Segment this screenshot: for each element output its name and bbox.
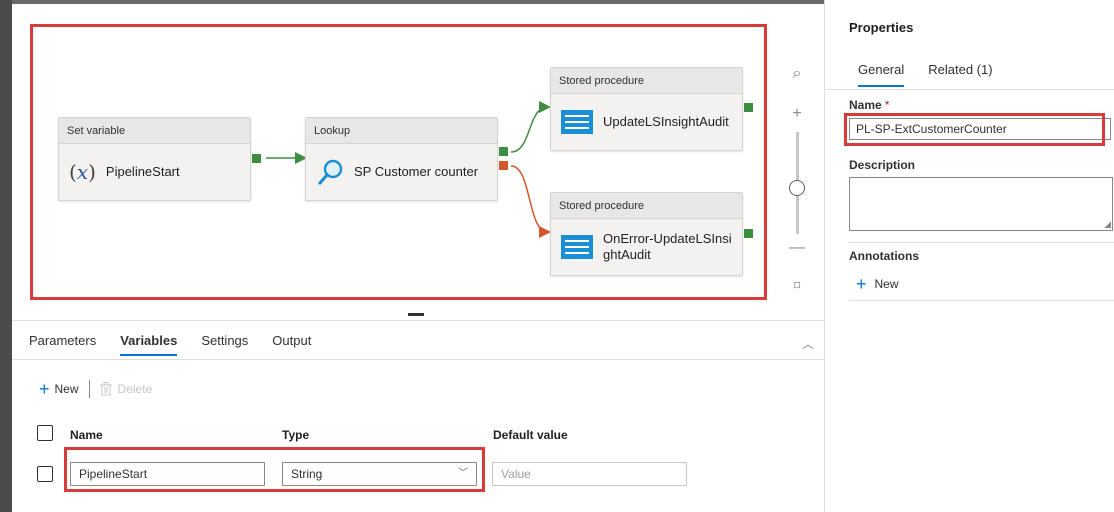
trash-icon [99,382,112,396]
variable-row-highlight-box [64,447,485,492]
plus-icon: + [39,379,50,399]
tab-general[interactable]: General [858,62,905,87]
select-all-checkbox[interactable] [37,425,53,441]
description-label: Description [849,158,916,172]
tab-settings[interactable]: Settings [201,333,248,356]
zoom-controls: ⌕ + — ⌑ [784,62,810,302]
zoom-slider-thumb[interactable] [789,180,805,196]
name-field-highlight-box [844,113,1105,146]
new-variable-button[interactable]: + New [39,379,79,399]
properties-tabs: General Related (1) [858,62,993,87]
pipeline-canvas[interactable]: Set variable (𝑥) PipelineStart Lookup SP… [12,4,824,314]
name-label: Name * [849,98,890,112]
toolbar-separator [88,380,90,398]
divider [12,359,824,360]
zoom-in-icon[interactable]: + [784,102,810,126]
row-checkbox[interactable] [37,466,53,482]
variables-grid-header: Name Type Default value [37,425,697,445]
fit-to-screen-icon[interactable]: ⌑ [784,274,810,298]
required-marker: * [884,98,890,112]
variables-toolbar: + New Delete [39,379,152,399]
search-icon[interactable]: ⌕ [784,62,810,86]
plus-icon: + [856,274,867,294]
tab-related[interactable]: Related (1) [928,62,992,87]
divider [825,89,1114,90]
pane-splitter-handle[interactable] [408,313,424,316]
panel-title: Properties [849,20,914,35]
column-header-name: Name [70,428,103,442]
canvas-highlight-box [30,24,767,300]
tab-output[interactable]: Output [272,333,311,356]
annotations-label: Annotations [849,249,919,263]
window-frame-left [0,0,12,512]
column-header-type: Type [282,428,310,442]
tab-variables[interactable]: Variables [120,333,178,356]
divider [849,242,1114,243]
column-header-default-value: Default value [493,428,568,442]
tab-parameters[interactable]: Parameters [29,333,96,356]
zoom-out-icon[interactable]: — [784,236,810,260]
variable-default-value-field[interactable]: Value [492,462,687,486]
add-annotation-button[interactable]: + New [856,274,899,294]
chevron-up-icon[interactable]: ︿ [802,335,814,352]
bottom-tabs: Parameters Variables Settings Output [29,333,311,356]
pipeline-editor: Set variable (𝑥) PipelineStart Lookup SP… [12,4,824,512]
divider [849,300,1114,301]
properties-panel: Properties General Related (1) Name * PL-… [824,0,1114,512]
delete-variable-button[interactable]: Delete [99,382,152,396]
resize-grip-icon[interactable]: ◢ [1104,220,1111,229]
description-field[interactable]: ◢ [849,177,1113,231]
